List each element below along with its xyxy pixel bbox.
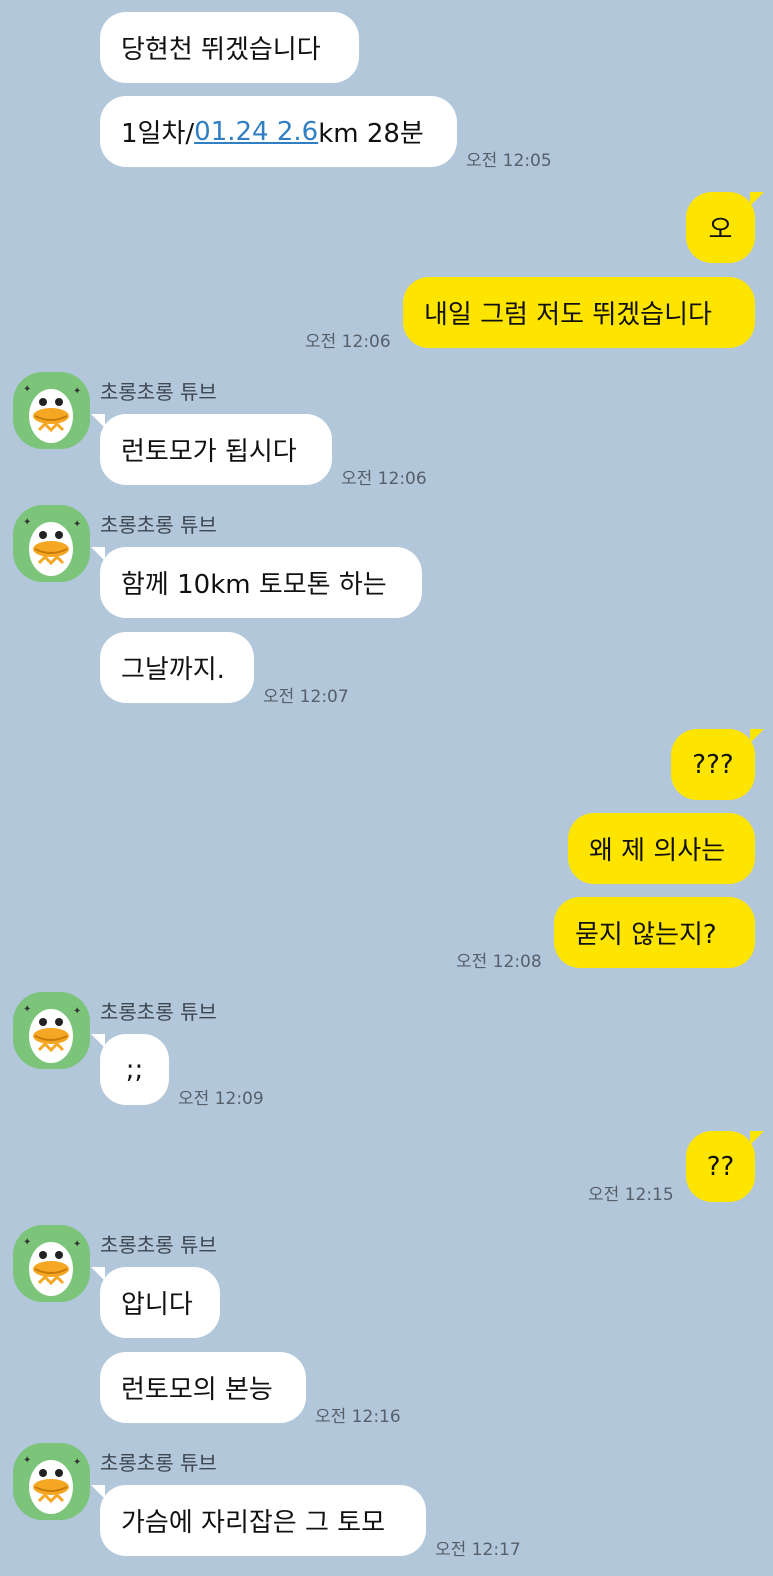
- message-bubble-incoming[interactable]: 런토모의 본능: [100, 1352, 306, 1423]
- message-bubble-incoming[interactable]: ;;: [91, 1034, 169, 1105]
- message-timestamp: 오전 12:06: [341, 469, 427, 489]
- message-timestamp: 오전 12:09: [178, 1089, 264, 1109]
- sender-name: 초롱초롱 튜브: [100, 1000, 217, 1024]
- message-bubble-incoming[interactable]: 당현천 뛰겠습니다: [100, 12, 359, 83]
- message-bubble-incoming[interactable]: 가슴에 자리잡은 그 토모: [91, 1485, 426, 1556]
- message-text: 런토모가 됩시다: [121, 437, 297, 467]
- message-text: 압니다: [121, 1290, 193, 1320]
- tube-duck-avatar-icon: ✦ ✦: [13, 992, 90, 1069]
- profile-avatar[interactable]: ✦ ✦: [13, 1443, 90, 1520]
- message-timestamp: 오전 12:08: [456, 952, 542, 972]
- message-text: ;;: [125, 1054, 144, 1085]
- svg-text:✦: ✦: [73, 519, 81, 530]
- profile-avatar[interactable]: ✦ ✦: [13, 505, 90, 582]
- message-text: km 28분: [318, 119, 424, 149]
- svg-text:✦: ✦: [23, 1004, 31, 1015]
- tube-duck-avatar-icon: ✦ ✦: [13, 1443, 90, 1520]
- message-timestamp: 오전 12:16: [315, 1407, 401, 1427]
- tube-duck-avatar-icon: ✦ ✦: [13, 372, 90, 449]
- profile-avatar[interactable]: ✦ ✦: [13, 372, 90, 449]
- message-text: ???: [692, 749, 734, 780]
- sender-name: 초롱초롱 튜브: [100, 513, 217, 537]
- message-bubble-outgoing[interactable]: 묻지 않는지?: [554, 897, 755, 968]
- svg-text:✦: ✦: [23, 384, 31, 395]
- tube-duck-avatar-icon: ✦ ✦: [13, 505, 90, 582]
- svg-text:✦: ✦: [73, 386, 81, 397]
- sender-name: 초롱초롱 튜브: [100, 1451, 217, 1475]
- svg-text:✦: ✦: [23, 1237, 31, 1248]
- message-bubble-incoming[interactable]: 런토모가 됩시다: [91, 414, 332, 485]
- phone-number-link[interactable]: 01.24 2.6: [194, 117, 318, 147]
- message-timestamp: 오전 12:07: [263, 687, 349, 707]
- sender-name: 초롱초롱 튜브: [100, 380, 217, 404]
- message-text: 묻지 않는지?: [575, 920, 717, 950]
- profile-avatar[interactable]: ✦ ✦: [13, 992, 90, 1069]
- message-bubble-incoming[interactable]: 그날까지.: [100, 632, 254, 703]
- svg-text:✦: ✦: [73, 1239, 81, 1250]
- message-text: 당현천 뛰겠습니다: [121, 35, 321, 65]
- sender-name: 초롱초롱 튜브: [100, 1233, 217, 1257]
- message-bubble-outgoing[interactable]: ??: [686, 1131, 764, 1202]
- message-bubble-outgoing[interactable]: 오: [686, 192, 764, 263]
- message-text: ??: [706, 1151, 735, 1182]
- svg-text:✦: ✦: [73, 1006, 81, 1017]
- message-timestamp: 오전 12:15: [588, 1185, 674, 1205]
- message-timestamp: 오전 12:06: [305, 332, 391, 352]
- message-bubble-outgoing[interactable]: ???: [671, 729, 764, 800]
- message-bubble-incoming[interactable]: 압니다: [91, 1267, 220, 1338]
- message-text: 왜 제 의사는: [589, 836, 726, 866]
- message-timestamp: 오전 12:05: [466, 151, 552, 171]
- svg-text:✦: ✦: [23, 1455, 31, 1466]
- message-bubble-incoming[interactable]: 함께 10km 토모톤 하는: [91, 547, 422, 618]
- message-text: 함께 10km 토모톤 하는: [121, 570, 387, 600]
- tube-duck-avatar-icon: ✦ ✦: [13, 1225, 90, 1302]
- message-text: 1일차/: [121, 119, 195, 149]
- profile-avatar[interactable]: ✦ ✦: [13, 1225, 90, 1302]
- message-timestamp: 오전 12:17: [435, 1540, 521, 1560]
- svg-text:✦: ✦: [23, 517, 31, 528]
- message-bubble-outgoing[interactable]: 내일 그럼 저도 뛰겠습니다: [403, 277, 755, 348]
- message-text: 가슴에 자리잡은 그 토모: [121, 1508, 385, 1538]
- message-text: 그날까지.: [121, 655, 225, 685]
- message-text: 런토모의 본능: [121, 1375, 273, 1405]
- message-text: 오: [708, 215, 733, 245]
- message-text: 내일 그럼 저도 뛰겠습니다: [424, 300, 712, 330]
- message-bubble-outgoing[interactable]: 왜 제 의사는: [568, 813, 755, 884]
- svg-text:✦: ✦: [73, 1457, 81, 1468]
- message-bubble-incoming[interactable]: 1일차/01.24 2.6 km 28분: [100, 96, 457, 167]
